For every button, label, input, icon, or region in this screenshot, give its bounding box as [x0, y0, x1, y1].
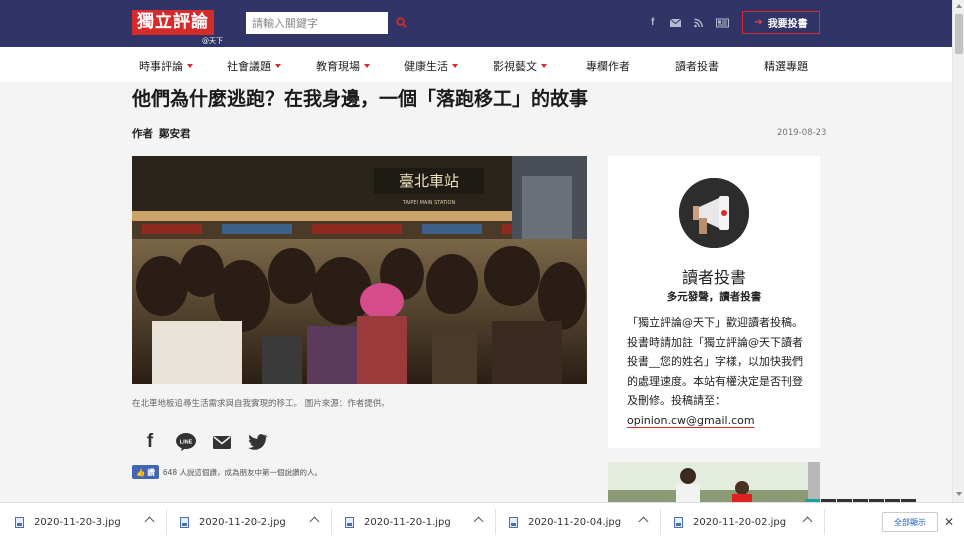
divider: [166, 509, 167, 535]
card-body-text: 「獨立評論@天下」歡迎讀者投稿。投書時請加註「獨立評論@天下讀者投書__您的姓名…: [627, 316, 803, 407]
svg-text:LINE: LINE: [180, 440, 193, 446]
nav-item-social-issues[interactable]: 社會議題: [227, 58, 281, 74]
download-item[interactable]: 2020-11-20-04.jpg: [509, 503, 621, 540]
nav-item-label: 精選專題: [764, 60, 808, 73]
download-filename: 2020-11-20-3.jpg: [34, 516, 121, 528]
card-title: 讀者投書: [681, 268, 746, 287]
facebook-icon[interactable]: f: [651, 17, 654, 29]
logo-subtitle: @天下: [202, 37, 223, 45]
twitter-share-icon[interactable]: [248, 432, 268, 452]
facebook-like-row: 👍 讚 648 人說這個讚，成為朋友中第一個說讚的人。: [132, 465, 322, 479]
photo-caption: 在北車地板追尋生活需求與自我實現的移工。 圖片來源：作者提供。: [132, 399, 390, 409]
thumbs-up-icon: 👍: [136, 467, 146, 477]
image-file-icon: [509, 516, 518, 528]
nav-item-current-affairs[interactable]: 時事評論: [139, 58, 193, 74]
article-title: 他們為什麼逃跑？在我身邊，一個「落跑移工」的故事: [132, 88, 589, 110]
reader-submission-card: 讀者投書 多元發聲，讀者投書 「獨立評論@天下」歡迎讀者投稿。投書時請加註「獨立…: [608, 156, 820, 448]
nav-item-columnists[interactable]: 專欄作者: [586, 58, 630, 74]
line-share-icon[interactable]: LINE: [176, 432, 196, 452]
nav-item-label: 教育現場: [316, 60, 360, 73]
chevron-up-icon[interactable]: [473, 516, 484, 527]
main-nav: 時事評論 社會議題 教育現場 健康生活 影視藝文 專欄作者 讀者投書 精選專題: [0, 47, 952, 82]
article-date: 2019-08-23: [777, 128, 827, 138]
show-all-downloads-button[interactable]: 全部顯示: [882, 512, 938, 532]
image-file-icon: [180, 516, 189, 528]
facebook-share-icon[interactable]: f: [140, 431, 160, 452]
close-icon[interactable]: ✕: [944, 515, 954, 529]
megaphone-image: [679, 178, 749, 248]
nav-item-featured[interactable]: 精選專題: [764, 58, 808, 74]
article-author: 作者 鄭安君: [132, 126, 191, 141]
caret-down-icon: [364, 64, 370, 68]
download-filename: 2020-11-20-1.jpg: [364, 516, 451, 528]
download-bar: 2020-11-20-3.jpg 2020-11-20-2.jpg 2020-1…: [0, 502, 964, 540]
search-icon[interactable]: [396, 17, 407, 28]
download-filename: 2020-11-20-02.jpg: [693, 516, 787, 528]
like-count-text: 648 人說這個讚，成為朋友中第一個說讚的人。: [162, 467, 323, 477]
author-name[interactable]: 鄭安君: [159, 128, 191, 140]
station-sign-english: TAIPEI MAIN STATION: [402, 200, 456, 206]
card-body: 「獨立評論@天下」歡迎讀者投稿。投書時請加註「獨立評論@天下讀者投書__您的姓名…: [627, 313, 803, 430]
divider: [824, 509, 825, 535]
chevron-up-icon[interactable]: [309, 516, 320, 527]
logo-text: 獨立評論: [132, 10, 214, 35]
rss-icon[interactable]: [694, 17, 703, 29]
submit-article-button[interactable]: ➔ 我要投書: [742, 11, 820, 34]
image-file-icon: [15, 516, 24, 528]
scroll-down-icon[interactable]: [956, 492, 962, 496]
divider: [660, 509, 661, 535]
facebook-like-button[interactable]: 👍 讚: [132, 465, 159, 479]
caret-down-icon: [187, 64, 193, 68]
image-file-icon: [674, 516, 683, 528]
scroll-up-icon[interactable]: [956, 4, 962, 8]
article-photo: 臺北車站 TAIPEI MAIN STATION: [132, 156, 587, 384]
submission-email-link[interactable]: opinion.cw@gmail.com: [627, 414, 755, 427]
nav-item-label: 讀者投書: [675, 60, 719, 73]
caret-down-icon: [452, 64, 458, 68]
download-item[interactable]: 2020-11-20-1.jpg: [345, 503, 451, 540]
nav-item-label: 健康生活: [404, 60, 448, 73]
nav-item-label: 專欄作者: [586, 60, 630, 73]
caret-down-icon: [541, 64, 547, 68]
site-logo[interactable]: 獨立評論 @天下: [132, 10, 223, 45]
station-crowd-image: 臺北車站 TAIPEI MAIN STATION: [132, 156, 587, 384]
newsletter-icon[interactable]: [716, 17, 729, 29]
share-buttons: f LINE: [140, 431, 268, 452]
mail-icon[interactable]: [670, 17, 681, 29]
author-label: 作者: [132, 128, 153, 140]
email-share-icon[interactable]: [212, 432, 232, 452]
chevron-up-icon[interactable]: [144, 516, 155, 527]
nav-item-label: 時事評論: [139, 60, 183, 73]
related-photo: [608, 462, 820, 502]
download-item[interactable]: 2020-11-20-3.jpg: [15, 503, 121, 540]
submit-article-label: 我要投書: [767, 19, 808, 30]
divider: [495, 509, 496, 535]
chevron-up-icon[interactable]: [802, 516, 813, 527]
caret-down-icon: [275, 64, 281, 68]
nav-item-reader-submissions[interactable]: 讀者投書: [675, 58, 719, 74]
page-scrollbar[interactable]: [952, 0, 964, 502]
card-subtitle: 多元發聲，讀者投書: [666, 291, 762, 303]
download-filename: 2020-11-20-04.jpg: [528, 516, 622, 528]
nav-item-arts[interactable]: 影視藝文: [493, 58, 547, 74]
nav-item-label: 影視藝文: [493, 60, 537, 73]
arrow-right-icon: ➔: [754, 17, 763, 28]
search-input[interactable]: [246, 12, 388, 34]
divider: [331, 509, 332, 535]
chevron-up-icon[interactable]: [638, 516, 649, 527]
image-file-icon: [345, 516, 354, 528]
download-filename: 2020-11-20-2.jpg: [199, 516, 286, 528]
download-item[interactable]: 2020-11-20-02.jpg: [674, 503, 786, 540]
scroll-thumb[interactable]: [955, 14, 963, 54]
like-button-label: 讚: [147, 467, 155, 477]
nav-item-health[interactable]: 健康生活: [404, 58, 458, 74]
related-image-card[interactable]: [608, 462, 820, 502]
download-item[interactable]: 2020-11-20-2.jpg: [180, 503, 286, 540]
nav-item-label: 社會議題: [227, 60, 271, 73]
nav-item-education[interactable]: 教育現場: [316, 58, 370, 74]
top-bar: 獨立評論 @天下 f ➔ 我要投書: [0, 0, 952, 47]
station-sign: 臺北車站: [399, 172, 459, 190]
